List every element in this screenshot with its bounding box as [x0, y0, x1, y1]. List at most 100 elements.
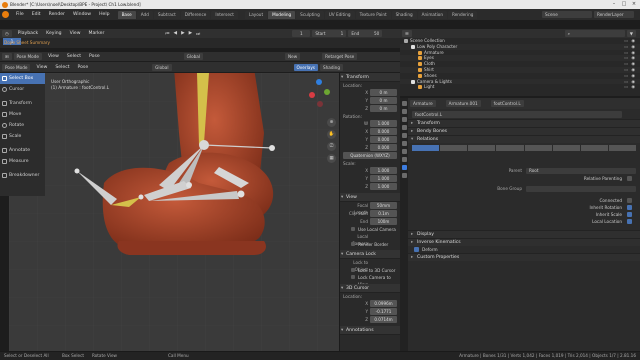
use-local-camera-checkbox[interactable]: Use Local Camera	[340, 226, 400, 233]
section-custom-properties[interactable]: Custom Properties	[408, 253, 640, 262]
blender-menu-icon[interactable]	[2, 11, 9, 18]
play-icon[interactable]: ▶	[181, 31, 185, 36]
gizmo-y-axis-icon[interactable]	[324, 89, 330, 95]
tab-animation[interactable]: Animation	[417, 11, 447, 19]
object-properties-icon[interactable]	[401, 141, 407, 146]
maximize-icon[interactable]: □	[620, 1, 628, 7]
local-camera-field[interactable]: Local Camera	[340, 233, 400, 246]
view-layer-field[interactable]: RenderLayer	[594, 11, 634, 18]
scale-x-field[interactable]: X 1.000	[340, 167, 400, 174]
relative-parenting-checkbox[interactable]: Relative Parenting	[408, 175, 640, 182]
tool-select-box[interactable]: Select Box	[0, 73, 45, 84]
world-properties-icon[interactable]	[401, 133, 407, 138]
tool-transform[interactable]: Transform	[0, 98, 45, 109]
timeline-track[interactable]: 1 Dope Sheet Summary	[0, 38, 400, 48]
rotation-w-field[interactable]: W 1.000	[340, 120, 400, 127]
lock-camera-to-view-checkbox[interactable]: Lock Camera to View	[340, 274, 400, 287]
3d-viewport[interactable]: User Orthographic (1) Armature : footCon…	[9, 73, 339, 357]
tab-sculpting[interactable]: Sculpting	[296, 11, 324, 19]
bone-layer[interactable]	[580, 145, 608, 151]
editor-type-button[interactable]: ⊞	[2, 53, 12, 60]
rotation-mode-dropdown[interactable]: Quaternion (WXYZ)	[343, 152, 397, 159]
bone-layers-grid[interactable]	[408, 143, 640, 153]
viewport-menu-select[interactable]: Select	[63, 51, 85, 62]
inherit-rotation-checkbox[interactable]: Inherit Rotation	[408, 204, 640, 211]
pivot-dropdown[interactable]: Retarget Pose	[322, 53, 358, 60]
bone-layer[interactable]	[440, 145, 468, 151]
section-transform[interactable]: Transform	[408, 119, 640, 128]
constraint-properties-icon[interactable]	[401, 149, 407, 154]
tab-base[interactable]: Base	[117, 11, 136, 19]
tab-layout[interactable]: Layout	[244, 11, 268, 19]
bone-constraint-icon[interactable]	[401, 173, 407, 178]
menu-window[interactable]: Window	[69, 9, 95, 20]
start-frame-field[interactable]: Start 1	[312, 30, 347, 37]
rotation-x-field[interactable]: X 0.000	[340, 128, 400, 135]
outliner-search-input[interactable]: ⌕	[564, 30, 625, 37]
bone-layer[interactable]	[608, 145, 636, 151]
rotation-y-field[interactable]: Y 0.000	[340, 136, 400, 143]
breadcrumb-armature-data[interactable]: Armature.001	[445, 100, 481, 107]
subheader-menu-pose[interactable]: Pose	[74, 62, 93, 73]
transform-orientation[interactable]: Global	[183, 53, 204, 60]
gizmo-x-axis-icon[interactable]	[309, 92, 315, 98]
next-key-icon[interactable]: ▶	[189, 31, 193, 36]
scene-field[interactable]: Scene	[542, 11, 592, 18]
focal-length-field[interactable]: Focal Length 50mm	[340, 202, 400, 215]
bone-name-field[interactable]: footControl.L	[412, 110, 622, 118]
render-properties-icon[interactable]	[401, 109, 407, 114]
annotations-header[interactable]: Annotations	[340, 326, 400, 335]
overlays-dropdown[interactable]: Overlays	[293, 63, 318, 71]
tab-texture-paint[interactable]: Texture Paint	[355, 11, 391, 19]
visibility-eye-icon[interactable]: ◉	[631, 84, 635, 90]
scale-z-field[interactable]: Z 1.000	[340, 183, 400, 190]
tab-uv-editing[interactable]: UV Editing	[324, 11, 355, 19]
filter-icon[interactable]: ▼	[626, 30, 636, 37]
tool-scale[interactable]: Scale	[0, 131, 45, 142]
menu-help[interactable]: Help	[95, 9, 113, 20]
tool-move[interactable]: Move	[0, 109, 45, 120]
subheader-menu-select[interactable]: Select	[51, 62, 73, 73]
menu-edit[interactable]: Edit	[28, 9, 45, 20]
end-frame-field[interactable]: End 50	[348, 30, 383, 37]
lock-to-object-field[interactable]: Lock to Object	[340, 259, 400, 272]
gizmo-z-axis-icon[interactable]	[316, 79, 322, 85]
tool-cursor[interactable]: Cursor	[0, 84, 45, 95]
tab-rendering[interactable]: Rendering	[448, 11, 478, 19]
section-relations[interactable]: Relations	[408, 135, 640, 144]
jump-end-icon[interactable]: ⏭	[196, 31, 200, 37]
subheader-menu-view[interactable]: View	[32, 62, 51, 73]
close-icon[interactable]: ×	[630, 1, 638, 7]
cursor-x-field[interactable]: X 0.0996m	[340, 300, 400, 307]
section-bendy-bones[interactable]: Bendy Bones	[408, 127, 640, 136]
viewport-menu-view[interactable]: View	[44, 51, 63, 62]
navigation-gizmo[interactable]	[304, 79, 334, 111]
viewport-menu-pose[interactable]: Pose	[85, 51, 104, 62]
bone-layer[interactable]	[496, 145, 524, 151]
bone-group-field[interactable]: Bone Group	[408, 185, 640, 193]
pan-hand-icon[interactable]: ✋	[327, 130, 336, 139]
section-display[interactable]: Display	[408, 230, 640, 239]
tool-breakdowner[interactable]: Breakdowner	[0, 170, 45, 181]
prev-key-icon[interactable]: ◀	[174, 31, 178, 36]
section-inverse-kinematics[interactable]: Inverse Kinematics	[408, 238, 640, 247]
tool-rotate[interactable]: Rotate	[0, 120, 45, 131]
bone-layer[interactable]	[524, 145, 552, 151]
gizmo-neg-x-icon[interactable]	[317, 101, 323, 107]
tab-difference[interactable]: Difference	[180, 11, 211, 19]
render-camera-icon[interactable]: ▭	[624, 84, 628, 90]
render-border-checkbox[interactable]: Render Border	[340, 241, 400, 248]
tab-modeling[interactable]: Modeling	[268, 11, 296, 19]
orientation-dropdown[interactable]: Global	[152, 63, 172, 71]
tab-intersect[interactable]: Intersect	[211, 11, 238, 19]
camera-view-icon[interactable]: ⎚	[327, 142, 336, 151]
tab-add[interactable]: Add	[136, 11, 153, 19]
menu-render[interactable]: Render	[45, 9, 69, 20]
breadcrumb-bone[interactable]: footControl.L	[490, 100, 524, 107]
cursor-z-field[interactable]: Z 0.0714m	[340, 316, 400, 323]
outliner-editor-type[interactable]: ☰	[402, 30, 412, 37]
timeline-editor-type[interactable]: ◷	[2, 30, 12, 37]
location-z-field[interactable]: Z0 m	[340, 105, 400, 112]
tab-shading[interactable]: Shading	[391, 11, 417, 19]
cursor-y-field[interactable]: Y -0.1771	[340, 308, 400, 315]
